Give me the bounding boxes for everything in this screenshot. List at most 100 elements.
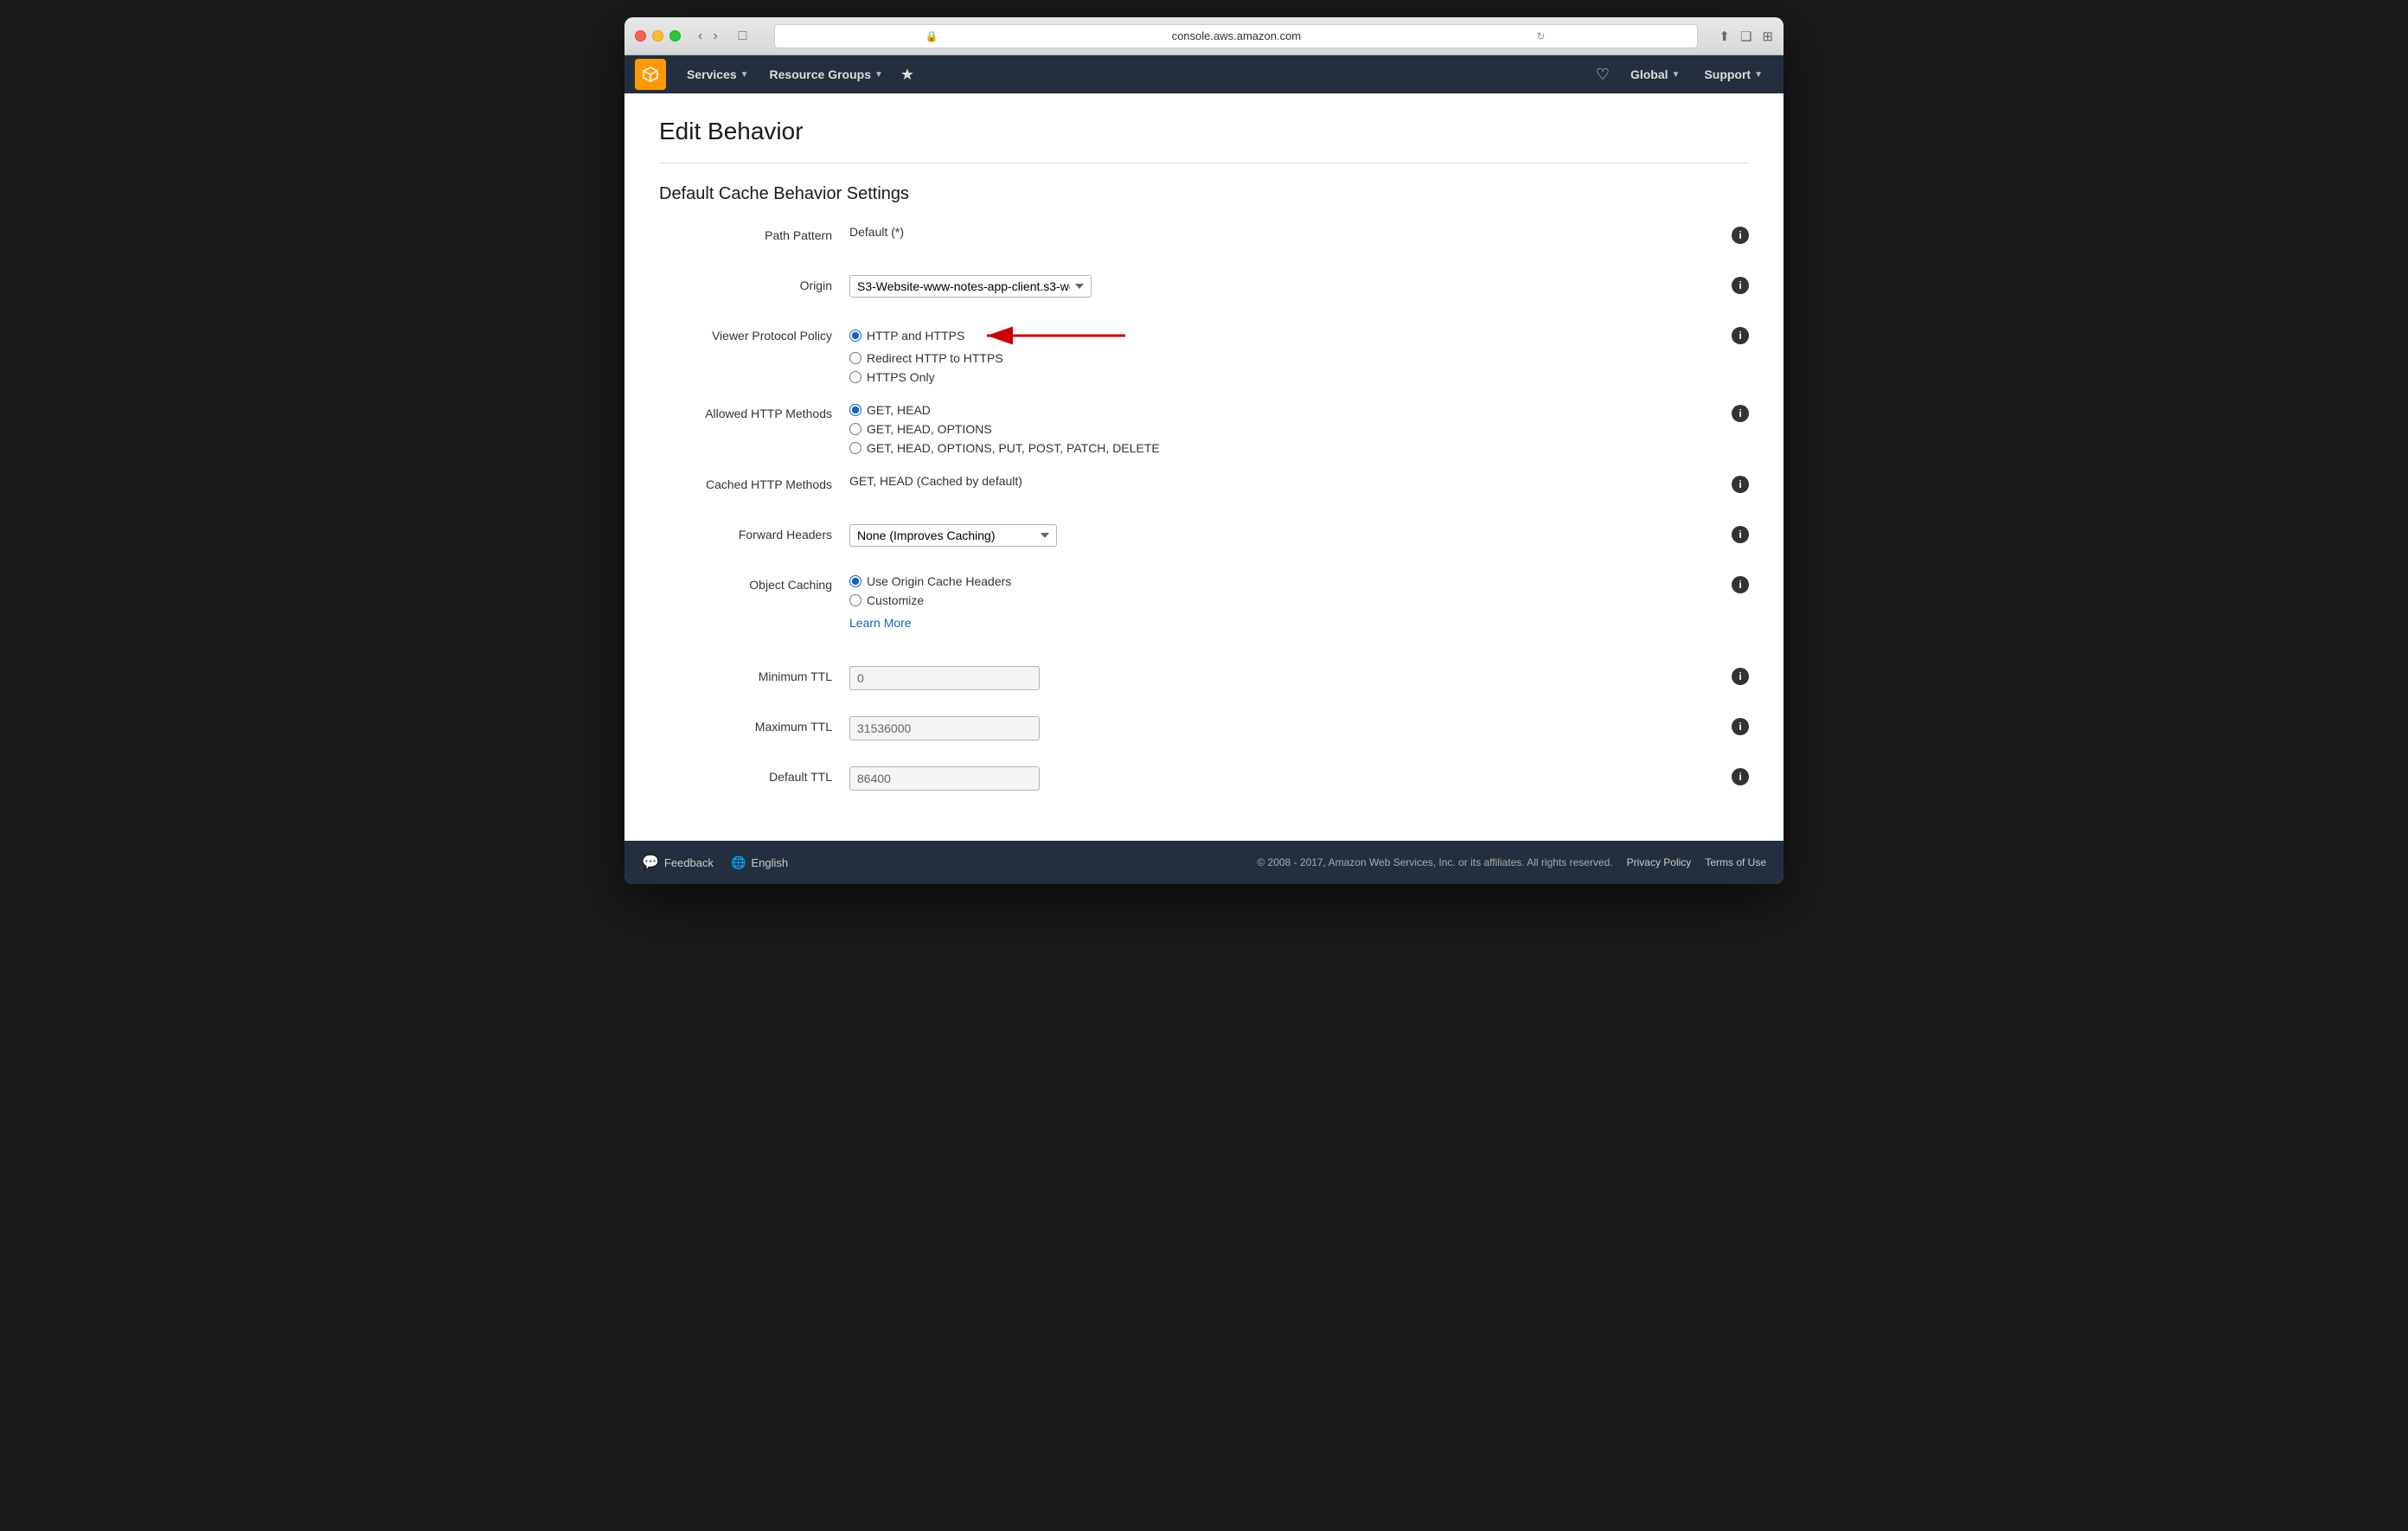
- cached-http-info-icon[interactable]: i: [1732, 476, 1749, 493]
- viewer-protocol-content: HTTP and HTTPS: [849, 325, 1723, 384]
- viewer-protocol-http-https-option[interactable]: HTTP and HTTPS: [849, 325, 1723, 346]
- object-caching-label: Object Caching: [659, 574, 849, 592]
- english-item[interactable]: 🌐 English: [731, 855, 788, 870]
- viewer-protocol-https-only-option[interactable]: HTTPS Only: [849, 370, 1723, 384]
- minimum-ttl-info-icon[interactable]: i: [1732, 668, 1749, 685]
- feedback-icon: 💬: [642, 854, 659, 871]
- default-ttl-info-icon[interactable]: i: [1732, 768, 1749, 785]
- allowed-http-get-head-options-radio[interactable]: [849, 423, 861, 435]
- aws-logo: [635, 59, 666, 90]
- footer: 💬 Feedback 🌐 English © 2008 - 2017, Amaz…: [624, 841, 1784, 884]
- forward-headers-value-group: None (Improves Caching) i: [849, 524, 1749, 547]
- cached-http-value: GET, HEAD (Cached by default): [849, 471, 1022, 488]
- back-button[interactable]: ‹: [695, 27, 706, 46]
- browser-window: ‹ › □ 🔒 console.aws.amazon.com ↻ ⬆ ❏ ⊞ S…: [624, 17, 1784, 884]
- object-caching-use-origin-radio[interactable]: [849, 575, 861, 587]
- aws-navbar: Services ▼ Resource Groups ▼ ★ ♡ Global …: [624, 55, 1784, 93]
- url-text: console.aws.amazon.com: [1086, 29, 1386, 42]
- sidebar-toggle-button[interactable]: ⊞: [1762, 29, 1773, 44]
- support-nav-item[interactable]: Support ▼: [1694, 55, 1773, 93]
- feedback-label: Feedback: [664, 856, 714, 869]
- allowed-http-get-head-options-label: GET, HEAD, OPTIONS: [867, 422, 992, 436]
- services-nav-item[interactable]: Services ▼: [676, 55, 759, 93]
- feedback-item[interactable]: 💬 Feedback: [642, 854, 714, 871]
- origin-info-icon[interactable]: i: [1732, 277, 1749, 294]
- object-caching-customize-label: Customize: [867, 593, 924, 607]
- maximum-ttl-info-icon[interactable]: i: [1732, 718, 1749, 735]
- object-caching-radio-group: Use Origin Cache Headers Customize Learn…: [849, 574, 1723, 630]
- notifications-icon[interactable]: ♡: [1589, 66, 1617, 84]
- viewer-protocol-redirect-radio[interactable]: [849, 352, 861, 364]
- path-pattern-content: Default (*): [849, 225, 1723, 239]
- object-caching-customize-radio[interactable]: [849, 594, 861, 606]
- default-ttl-row: Default TTL i: [659, 766, 1749, 798]
- allowed-http-content: GET, HEAD GET, HEAD, OPTIONS GET, HEAD, …: [849, 403, 1723, 455]
- titlebar-actions: ⬆ ❏ ⊞: [1719, 29, 1773, 44]
- forward-button[interactable]: ›: [709, 27, 720, 46]
- maximum-ttl-label: Maximum TTL: [659, 716, 849, 733]
- cached-http-label: Cached HTTP Methods: [659, 474, 849, 491]
- forward-headers-select[interactable]: None (Improves Caching): [849, 524, 1057, 547]
- maximize-button[interactable]: [669, 30, 681, 42]
- global-nav-item[interactable]: Global ▼: [1620, 55, 1690, 93]
- object-caching-value-group: Use Origin Cache Headers Customize Learn…: [849, 574, 1749, 630]
- viewer-protocol-label: Viewer Protocol Policy: [659, 325, 849, 343]
- origin-select[interactable]: S3-Website-www-notes-app-client.s3-websi…: [849, 275, 1092, 298]
- minimum-ttl-content: [849, 666, 1723, 690]
- allowed-http-get-head-options-option[interactable]: GET, HEAD, OPTIONS: [849, 422, 1723, 436]
- minimum-ttl-row: Minimum TTL i: [659, 666, 1749, 697]
- url-bar[interactable]: 🔒 console.aws.amazon.com ↻: [774, 24, 1698, 48]
- origin-row: Origin S3-Website-www-notes-app-client.s…: [659, 275, 1749, 306]
- allowed-http-all-option[interactable]: GET, HEAD, OPTIONS, PUT, POST, PATCH, DE…: [849, 441, 1723, 455]
- allowed-http-radio-group: GET, HEAD GET, HEAD, OPTIONS GET, HEAD, …: [849, 403, 1723, 455]
- bookmark-nav-item[interactable]: ★: [893, 66, 921, 84]
- default-ttl-input[interactable]: [849, 766, 1040, 791]
- maximum-ttl-input[interactable]: [849, 716, 1040, 740]
- viewer-protocol-http-https-radio[interactable]: [849, 330, 861, 342]
- tab-overview-button[interactable]: □: [732, 27, 754, 46]
- maximum-ttl-content: [849, 716, 1723, 740]
- page-title: Edit Behavior: [659, 118, 1749, 145]
- viewer-protocol-info-icon[interactable]: i: [1732, 327, 1749, 344]
- path-pattern-row: Path Pattern Default (*) i: [659, 225, 1749, 256]
- english-label: English: [751, 856, 788, 869]
- viewer-protocol-http-https-label: HTTP and HTTPS: [867, 329, 964, 343]
- forward-headers-row: Forward Headers None (Improves Caching) …: [659, 524, 1749, 555]
- object-caching-use-origin-option[interactable]: Use Origin Cache Headers: [849, 574, 1723, 588]
- allowed-http-value-group: GET, HEAD GET, HEAD, OPTIONS GET, HEAD, …: [849, 403, 1749, 455]
- path-pattern-info-icon[interactable]: i: [1732, 227, 1749, 244]
- resource-groups-nav-item[interactable]: Resource Groups ▼: [759, 55, 893, 93]
- default-ttl-label: Default TTL: [659, 766, 849, 784]
- terms-of-use-link[interactable]: Terms of Use: [1705, 856, 1766, 868]
- object-caching-customize-option[interactable]: Customize: [849, 593, 1723, 607]
- forward-headers-info-icon[interactable]: i: [1732, 526, 1749, 543]
- minimum-ttl-input[interactable]: [849, 666, 1040, 690]
- nav-right: ♡ Global ▼ Support ▼: [1589, 55, 1773, 93]
- new-tab-button[interactable]: ❏: [1740, 29, 1752, 44]
- path-pattern-value: Default (*): [849, 221, 904, 239]
- viewer-protocol-https-only-radio[interactable]: [849, 371, 861, 383]
- object-caching-info-icon[interactable]: i: [1732, 576, 1749, 593]
- globe-icon: 🌐: [731, 855, 746, 870]
- viewer-protocol-value-group: HTTP and HTTPS: [849, 325, 1749, 384]
- allowed-http-info-icon[interactable]: i: [1732, 405, 1749, 422]
- allowed-http-get-head-option[interactable]: GET, HEAD: [849, 403, 1723, 417]
- allowed-http-all-radio[interactable]: [849, 442, 861, 454]
- footer-right: © 2008 - 2017, Amazon Web Services, Inc.…: [1257, 856, 1766, 868]
- privacy-policy-link[interactable]: Privacy Policy: [1627, 856, 1692, 868]
- allowed-http-get-head-radio[interactable]: [849, 404, 861, 416]
- allowed-http-all-label: GET, HEAD, OPTIONS, PUT, POST, PATCH, DE…: [867, 441, 1160, 455]
- origin-value-group: S3-Website-www-notes-app-client.s3-websi…: [849, 275, 1749, 298]
- aws-logo-icon: [640, 64, 661, 85]
- cached-http-content: GET, HEAD (Cached by default): [849, 474, 1723, 488]
- minimize-button[interactable]: [652, 30, 663, 42]
- learn-more-link[interactable]: Learn More: [849, 616, 912, 630]
- close-button[interactable]: [635, 30, 646, 42]
- share-button[interactable]: ⬆: [1719, 29, 1730, 44]
- traffic-lights: [635, 30, 681, 42]
- object-caching-use-origin-label: Use Origin Cache Headers: [867, 574, 1011, 588]
- section-title: Default Cache Behavior Settings: [659, 184, 1749, 204]
- viewer-protocol-row: Viewer Protocol Policy HTTP and HTTPS: [659, 325, 1749, 384]
- viewer-protocol-redirect-option[interactable]: Redirect HTTP to HTTPS: [849, 351, 1723, 365]
- forward-headers-content: None (Improves Caching): [849, 524, 1723, 547]
